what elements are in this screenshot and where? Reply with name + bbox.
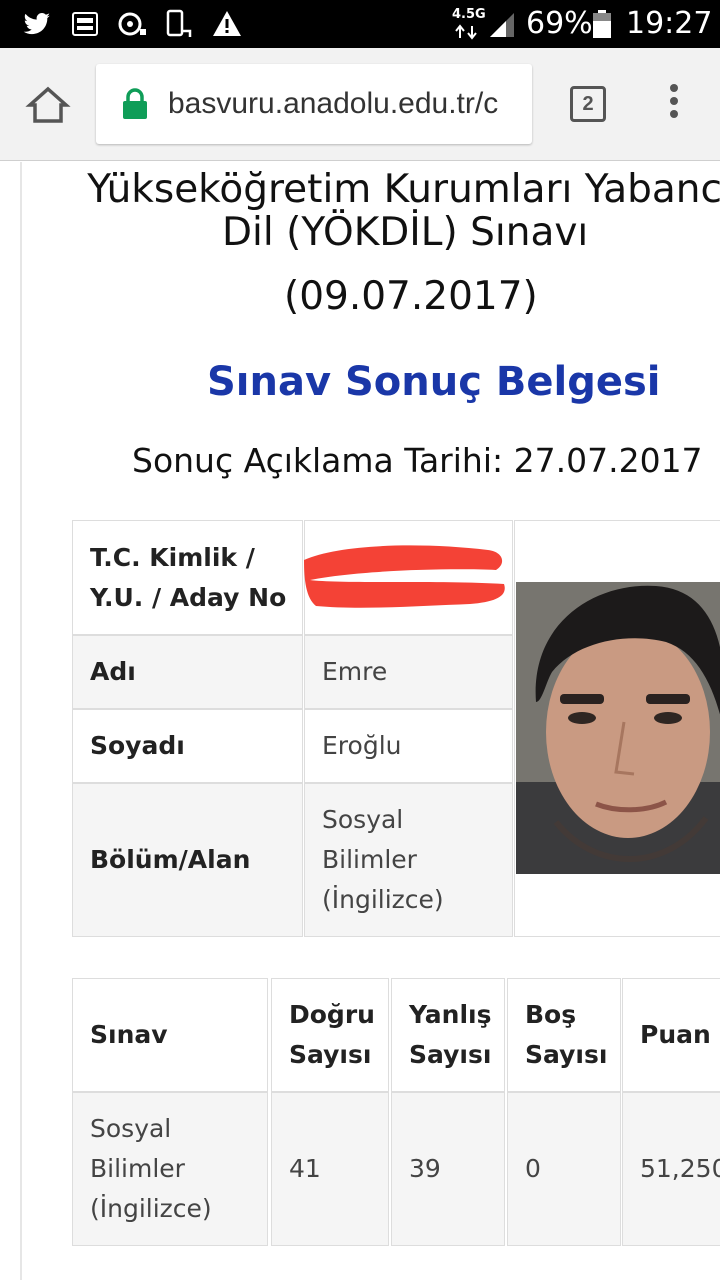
id-label: T.C. Kimlik / Y.U. / Aday No	[72, 520, 303, 635]
results-exam-name-line1: Sosyal	[90, 1114, 172, 1143]
results-header-wrong-line1: Yanlış	[409, 1000, 492, 1029]
id-label-line1: T.C. Kimlik /	[90, 542, 255, 572]
results-wrong-count: 39	[391, 1092, 505, 1246]
overflow-menu-icon[interactable]	[664, 84, 684, 124]
dsmart-sports-icon	[72, 12, 98, 36]
exam-title-line2: Dil (YÖKDİL) Sınavı	[222, 210, 589, 255]
page-content: Yükseköğretim Kurumları Yabancı Dil (YÖK…	[0, 162, 720, 1280]
tab-switcher-button[interactable]: 2	[570, 86, 606, 122]
results-header-exam: Sınav	[72, 978, 268, 1092]
results-exam-name-line2: Bilimler	[90, 1154, 185, 1183]
results-header-empty: Boş Sayısı	[507, 978, 621, 1092]
results-header-score: Puan	[622, 978, 720, 1092]
browser-toolbar: basvuru.anadolu.edu.tr/c 2	[0, 48, 720, 161]
battery-percent: 69%	[526, 6, 593, 41]
warning-icon	[213, 11, 241, 36]
results-header-correct-line1: Doğru	[289, 1000, 375, 1029]
signal-icon	[490, 13, 514, 37]
candidate-photo	[516, 582, 720, 874]
results-correct-count: 41	[271, 1092, 389, 1246]
results-header-wrong-line2: Sayısı	[409, 1040, 492, 1069]
field-value-line2: Bilimler	[322, 845, 417, 874]
twitter-icon	[23, 13, 50, 35]
exam-title-line1: Yükseköğretim Kurumları Yabancı	[87, 167, 720, 212]
address-bar[interactable]: basvuru.anadolu.edu.tr/c	[96, 64, 532, 144]
results-score: 51,250	[622, 1092, 720, 1246]
exam-date: (09.07.2017)	[284, 274, 538, 319]
results-header-correct: Doğru Sayısı	[271, 978, 389, 1092]
results-exam-name: Sosyal Bilimler (İngilizce)	[72, 1092, 268, 1246]
url-text[interactable]: basvuru.anadolu.edu.tr/c	[168, 84, 498, 124]
first-name-value: Emre	[304, 635, 513, 709]
status-bar: 4.5G 69% 19:27	[0, 0, 720, 48]
results-header-empty-line2: Sayısı	[525, 1040, 608, 1069]
field-label: Bölüm/Alan	[72, 783, 303, 937]
field-value: Sosyal Bilimler (İngilizce)	[304, 783, 513, 937]
home-icon[interactable]	[24, 81, 72, 129]
page-left-border	[20, 162, 22, 1280]
sync-icon	[118, 12, 146, 36]
field-value-line1: Sosyal	[322, 805, 404, 834]
result-date: Sonuç Açıklama Tarihi: 27.07.2017	[132, 441, 703, 480]
battery-icon	[593, 10, 611, 38]
results-header-empty-line1: Boş	[525, 1000, 577, 1029]
last-name-label: Soyadı	[72, 709, 303, 783]
data-arrows-icon	[455, 24, 477, 40]
redaction-scribble	[304, 545, 505, 608]
first-name-label: Adı	[72, 635, 303, 709]
results-empty-count: 0	[507, 1092, 621, 1246]
clock: 19:27	[626, 6, 713, 41]
results-header-wrong: Yanlış Sayısı	[391, 978, 505, 1092]
document-title: Sınav Sonuç Belgesi	[207, 359, 661, 405]
id-label-line2: Y.U. / Aday No	[90, 582, 287, 612]
last-name-value: Eroğlu	[304, 709, 513, 783]
field-value-line3: (İngilizce)	[322, 885, 444, 914]
results-exam-name-line3: (İngilizce)	[90, 1194, 212, 1223]
phone-rotate-icon	[166, 9, 192, 37]
results-header-correct-line2: Sayısı	[289, 1040, 372, 1069]
lock-icon	[123, 88, 147, 119]
network-type: 4.5G	[452, 7, 486, 22]
